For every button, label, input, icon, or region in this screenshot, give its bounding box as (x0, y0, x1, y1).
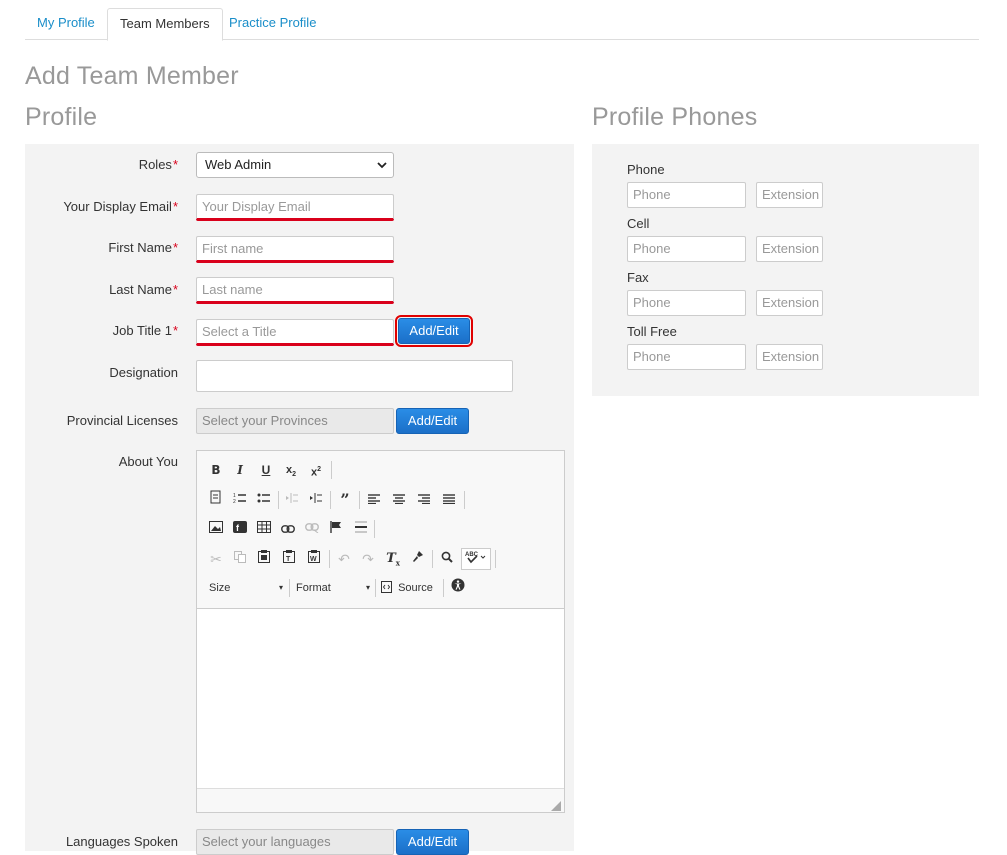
copy-icon[interactable] (229, 548, 251, 570)
editor-content-area[interactable] (197, 608, 564, 789)
last-name-label: Last Name* (109, 282, 178, 297)
flash-icon[interactable]: f (229, 518, 251, 540)
remove-format-icon[interactable]: Tx (382, 548, 404, 570)
anchor-flag-icon[interactable] (325, 518, 347, 540)
roles-select[interactable]: Web Admin (196, 152, 394, 178)
unlink-icon[interactable] (301, 518, 323, 540)
source-button[interactable]: Source (381, 577, 439, 599)
toolbar-row-3: f (205, 518, 545, 540)
italic-icon[interactable]: I (229, 459, 251, 481)
svg-text:W: W (310, 556, 317, 563)
horizontal-line-icon[interactable] (350, 518, 372, 540)
job-title-input[interactable]: Select a Title (196, 319, 394, 345)
accessibility-icon[interactable] (447, 577, 469, 599)
paste-text-icon[interactable]: T (278, 548, 300, 570)
cell-label: Cell (627, 216, 650, 231)
redo-icon[interactable]: ↷ (357, 548, 379, 570)
job-title-label: Job Title 1* (112, 323, 178, 338)
tab-practice-profile[interactable]: Practice Profile (217, 8, 328, 40)
dropdown-arrow-icon: ▾ (365, 583, 370, 592)
source-icon (381, 581, 392, 593)
numbered-list-icon[interactable]: 12 (229, 489, 251, 511)
undo-icon[interactable]: ↶ (333, 548, 355, 570)
languages-add-edit-button[interactable]: Add/Edit (396, 829, 469, 855)
format-dropdown[interactable]: Format ▾ (296, 577, 372, 599)
profile-phones-heading: Profile Phones (592, 103, 758, 131)
page-title: Add Team Member (25, 62, 239, 90)
table-icon[interactable] (253, 518, 275, 540)
paste-icon[interactable] (253, 548, 275, 570)
fax-extension-input[interactable]: Extension (756, 290, 823, 316)
rich-text-editor: B I U x2 x2 12 ” f ✂ T W ↶ ↷ Tx ABC Size… (196, 450, 565, 813)
cell-extension-input[interactable]: Extension (756, 236, 823, 262)
outdent-icon[interactable] (281, 489, 303, 511)
cell-input[interactable]: Phone (627, 236, 746, 262)
tab-my-profile[interactable]: My Profile (25, 8, 107, 40)
toll-free-label: Toll Free (627, 324, 677, 339)
subscript-icon[interactable]: x2 (280, 459, 302, 481)
dropdown-arrow-icon: ▾ (278, 583, 283, 592)
align-right-icon[interactable] (413, 489, 435, 511)
copy-format-brush-icon[interactable] (407, 548, 429, 570)
chevron-down-icon (377, 154, 387, 185)
font-size-dropdown[interactable]: Size ▾ (209, 577, 285, 599)
bulleted-list-icon[interactable] (253, 489, 275, 511)
align-left-icon[interactable] (363, 489, 385, 511)
languages-label: Languages Spoken (65, 834, 178, 849)
first-name-input[interactable]: First name (196, 236, 394, 262)
link-icon[interactable] (277, 518, 299, 540)
first-name-label: First Name* (108, 240, 178, 255)
image-icon[interactable] (205, 518, 227, 540)
profile-heading: Profile (25, 103, 98, 131)
toll-free-extension-input[interactable]: Extension (756, 344, 823, 370)
tab-team-members[interactable]: Team Members (107, 8, 223, 41)
bold-icon[interactable]: B (205, 459, 227, 481)
tab-bar: My Profile Team Members Practice Profile (25, 8, 979, 41)
fax-input[interactable]: Phone (627, 290, 746, 316)
phone-input[interactable]: Phone (627, 182, 746, 208)
resize-handle-icon[interactable] (551, 799, 561, 811)
paste-word-icon[interactable]: W (303, 548, 325, 570)
display-email-input[interactable]: Your Display Email (196, 194, 394, 220)
toolbar-row-2: 12 ” (205, 489, 545, 511)
licenses-add-edit-button[interactable]: Add/Edit (396, 408, 469, 434)
last-name-input[interactable]: Last name (196, 277, 394, 303)
job-title-add-edit-button[interactable]: Add/Edit (395, 315, 473, 347)
phone-extension-input[interactable]: Extension (756, 182, 823, 208)
toolbar-row-4: ✂ T W ↶ ↷ Tx ABC (205, 548, 555, 570)
underline-icon[interactable]: U (255, 459, 277, 481)
superscript-icon[interactable]: x2 (305, 459, 327, 481)
blockquote-icon[interactable]: ” (334, 489, 356, 511)
align-center-icon[interactable] (388, 489, 410, 511)
licenses-label: Provincial Licenses (66, 413, 178, 428)
indent-icon[interactable] (305, 489, 327, 511)
designation-input[interactable] (196, 360, 513, 392)
spellcheck-icon[interactable]: ABC (461, 548, 491, 570)
display-email-label: Your Display Email* (63, 199, 178, 214)
toolbar-row-5: Size ▾ Format ▾ Source (205, 577, 555, 599)
paragraph-icon[interactable] (205, 489, 227, 511)
cut-icon[interactable]: ✂ (205, 548, 227, 570)
about-label: About You (118, 454, 178, 469)
svg-text:2: 2 (233, 499, 236, 504)
justify-icon[interactable] (438, 489, 460, 511)
roles-label: Roles* (138, 157, 178, 172)
designation-label: Designation (109, 365, 178, 380)
toll-free-input[interactable]: Phone (627, 344, 746, 370)
find-magnifier-icon[interactable] (436, 548, 458, 570)
licenses-input[interactable]: Select your Provinces (196, 408, 394, 434)
svg-text:T: T (286, 556, 291, 563)
toolbar-row-1: B I U x2 x2 (205, 459, 545, 481)
fax-label: Fax (627, 270, 649, 285)
phone-label: Phone (627, 162, 665, 177)
languages-input[interactable]: Select your languages (196, 829, 394, 855)
